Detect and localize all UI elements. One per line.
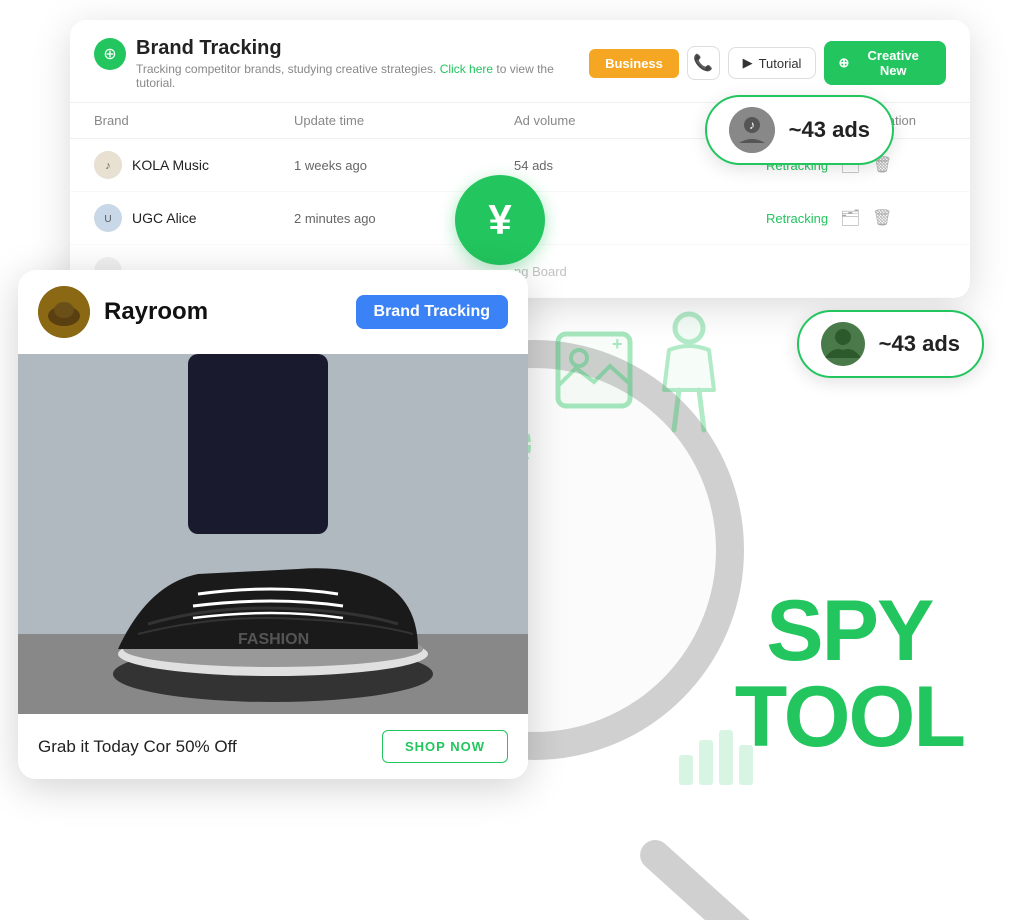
ads-count-bubble-top: ♪ ~43 ads xyxy=(705,95,894,165)
brand-tracking-badge: Brand Tracking xyxy=(356,295,508,329)
panel-logo-icon: ⊕ xyxy=(94,38,126,70)
brand-logo-image xyxy=(38,286,90,338)
cta-text: Grab it Today Cor 50% Off xyxy=(38,737,237,757)
tutorial-button[interactable]: ▶ Tutorial xyxy=(728,47,817,79)
phone-button[interactable]: 📞 xyxy=(687,46,720,80)
svg-text:♪: ♪ xyxy=(105,160,111,172)
avatar-image-right xyxy=(821,322,865,366)
brand-cell-kola: ♪ KOLA Music xyxy=(94,151,294,179)
svg-text:U: U xyxy=(104,214,111,225)
yen-currency-bubble: ¥ xyxy=(455,175,545,265)
spy-tool-heading: SPY TOOL xyxy=(735,588,964,760)
card-footer: Grab it Today Cor 50% Off SHOP NOW xyxy=(18,714,528,779)
col-brand: Brand xyxy=(94,113,294,128)
panel-subtitle: Tracking competitor brands, studying cre… xyxy=(136,62,589,90)
operation-ugc: Retracking 🗂 🗑 xyxy=(766,208,946,228)
panel-title: Brand Tracking xyxy=(136,36,589,60)
brand-avatar-right xyxy=(821,322,865,366)
svg-text:♪: ♪ xyxy=(749,118,755,132)
delete-icon-ugc[interactable]: 🗑 xyxy=(872,208,892,228)
svg-text:FASHION: FASHION xyxy=(238,631,309,648)
brand-cell-ugc: U UGC Alice xyxy=(94,204,294,232)
brand-name-label: Rayroom xyxy=(104,298,342,326)
product-image: FASHION xyxy=(18,354,528,714)
panel-header: ⊕ Brand Tracking Tracking competitor bra… xyxy=(70,20,970,103)
avatar-image-top: ♪ xyxy=(729,107,775,153)
business-button[interactable]: Business xyxy=(589,49,679,78)
kola-avatar: ♪ xyxy=(94,151,122,179)
tutorial-link[interactable]: Click here xyxy=(440,62,493,76)
shoe-svg: FASHION xyxy=(18,354,528,714)
shop-now-button[interactable]: SHOP NOW xyxy=(382,730,508,763)
update-time-kola: 1 weeks ago xyxy=(294,158,514,173)
save-icon-ugc[interactable]: 🗂 xyxy=(840,208,860,228)
panel-header-buttons: Business 📞 ▶ Tutorial ⊕ Creative New xyxy=(589,41,946,85)
col-update-time: Update time xyxy=(294,113,514,128)
ugc-avatar: U xyxy=(94,204,122,232)
card-header: Rayroom Brand Tracking xyxy=(18,270,528,354)
panel-title-area: ⊕ Brand Tracking Tracking competitor bra… xyxy=(94,36,589,90)
brand-avatar-top: ♪ xyxy=(729,107,775,153)
product-card: Rayroom Brand Tracking FAS xyxy=(18,270,528,779)
ads-count-bubble-right: ~43 ads xyxy=(797,310,984,378)
retracking-link-ugc[interactable]: Retracking xyxy=(766,211,828,226)
panel-title-text: Brand Tracking Tracking competitor brand… xyxy=(136,36,589,90)
plus-icon: ⊕ xyxy=(838,55,849,71)
tutorial-icon: ▶ xyxy=(743,55,753,71)
brand-avatar-card xyxy=(38,286,90,338)
creative-new-button[interactable]: ⊕ Creative New xyxy=(824,41,946,85)
board-cell: ng Board xyxy=(514,264,766,279)
